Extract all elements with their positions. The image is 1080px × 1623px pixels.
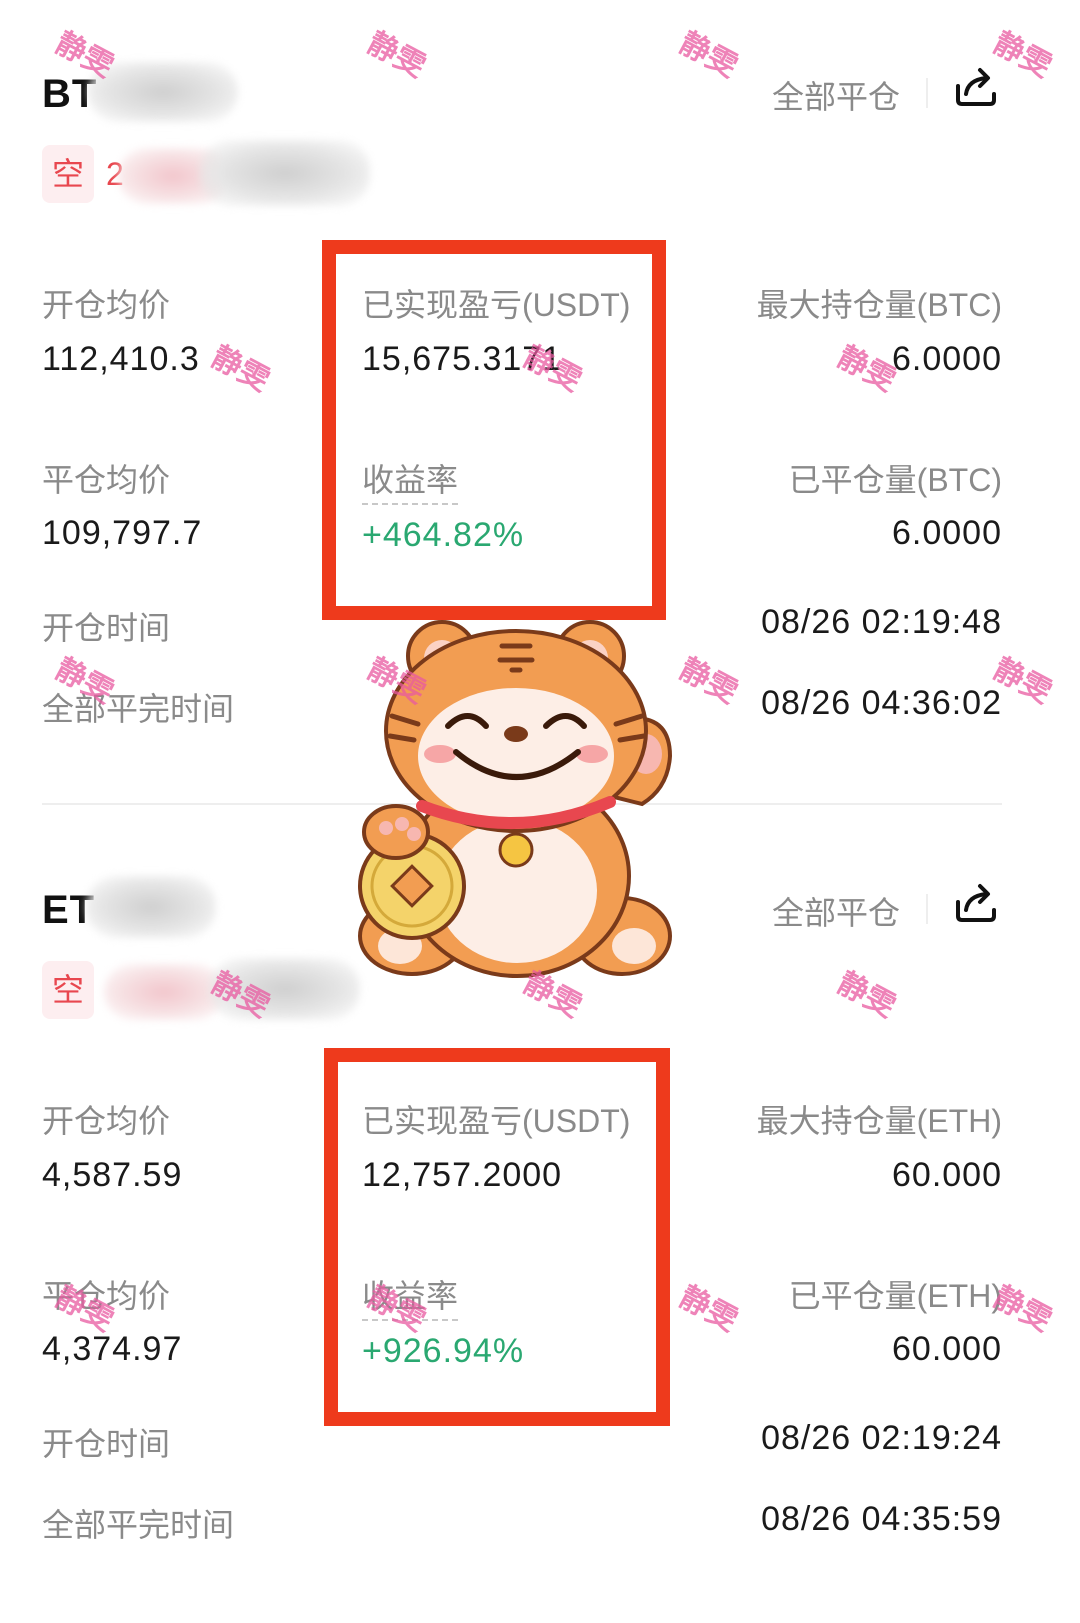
open-time-label: 开仓时间 — [42, 1426, 171, 1462]
close-all-button[interactable]: 全部平仓 — [772, 72, 900, 118]
watermark: 静雯 — [674, 26, 743, 84]
max-position-label: 最大持仓量(ETH) — [756, 1103, 1002, 1139]
redacted-symbol — [86, 876, 216, 938]
highlight-box — [324, 1048, 670, 1426]
close-avg-label: 平仓均价 — [42, 462, 171, 498]
open-avg-label: 开仓均价 — [42, 287, 171, 323]
max-position-label: 最大持仓量(BTC) — [756, 287, 1002, 323]
redacted-leverage-gray — [200, 140, 370, 206]
side-tag-short: 空 — [42, 145, 94, 203]
close-avg-label: 平仓均价 — [42, 1278, 171, 1314]
full-close-time-label: 全部平完时间 — [42, 691, 235, 727]
closed-position-value: 6.0000 — [892, 514, 1002, 552]
watermark: 静雯 — [362, 26, 431, 84]
watermark: 静雯 — [674, 652, 743, 710]
redacted-symbol — [88, 62, 238, 122]
closed-position-label: 已平仓量(BTC) — [788, 462, 1002, 498]
close-avg-value: 109,797.7 — [42, 514, 203, 552]
redacted-leverage — [104, 964, 224, 1020]
max-position-value: 60.000 — [892, 1156, 1002, 1194]
share-icon[interactable] — [952, 880, 1000, 924]
highlight-box — [322, 240, 666, 620]
closed-position-label: 已平仓量(ETH) — [788, 1278, 1002, 1314]
max-position-value: 6.0000 — [892, 340, 1002, 378]
open-time-value: 08/26 02:19:24 — [761, 1419, 1002, 1457]
open-avg-value: 4,587.59 — [42, 1156, 183, 1194]
open-time-label: 开仓时间 — [42, 610, 171, 646]
redacted-leverage-gray — [210, 958, 360, 1020]
toolbar-divider — [926, 78, 928, 108]
watermark: 静雯 — [832, 966, 901, 1024]
tiger-mascot-sticker — [358, 620, 673, 978]
open-time-value: 08/26 02:19:48 — [761, 603, 1002, 641]
close-all-button[interactable]: 全部平仓 — [772, 888, 900, 934]
open-avg-value: 112,410.3 — [42, 340, 200, 378]
closed-position-value: 60.000 — [892, 1330, 1002, 1368]
share-icon[interactable] — [952, 64, 1000, 108]
close-avg-value: 4,374.97 — [42, 1330, 183, 1368]
toolbar-divider — [926, 894, 928, 924]
full-close-time-label: 全部平完时间 — [42, 1507, 235, 1543]
side-tag-short: 空 — [42, 961, 94, 1019]
watermark: 静雯 — [206, 340, 275, 398]
full-close-time-value: 08/26 04:36:02 — [761, 684, 1002, 722]
full-close-time-value: 08/26 04:35:59 — [761, 1500, 1002, 1538]
watermark: 静雯 — [674, 1280, 743, 1338]
open-avg-label: 开仓均价 — [42, 1103, 171, 1139]
